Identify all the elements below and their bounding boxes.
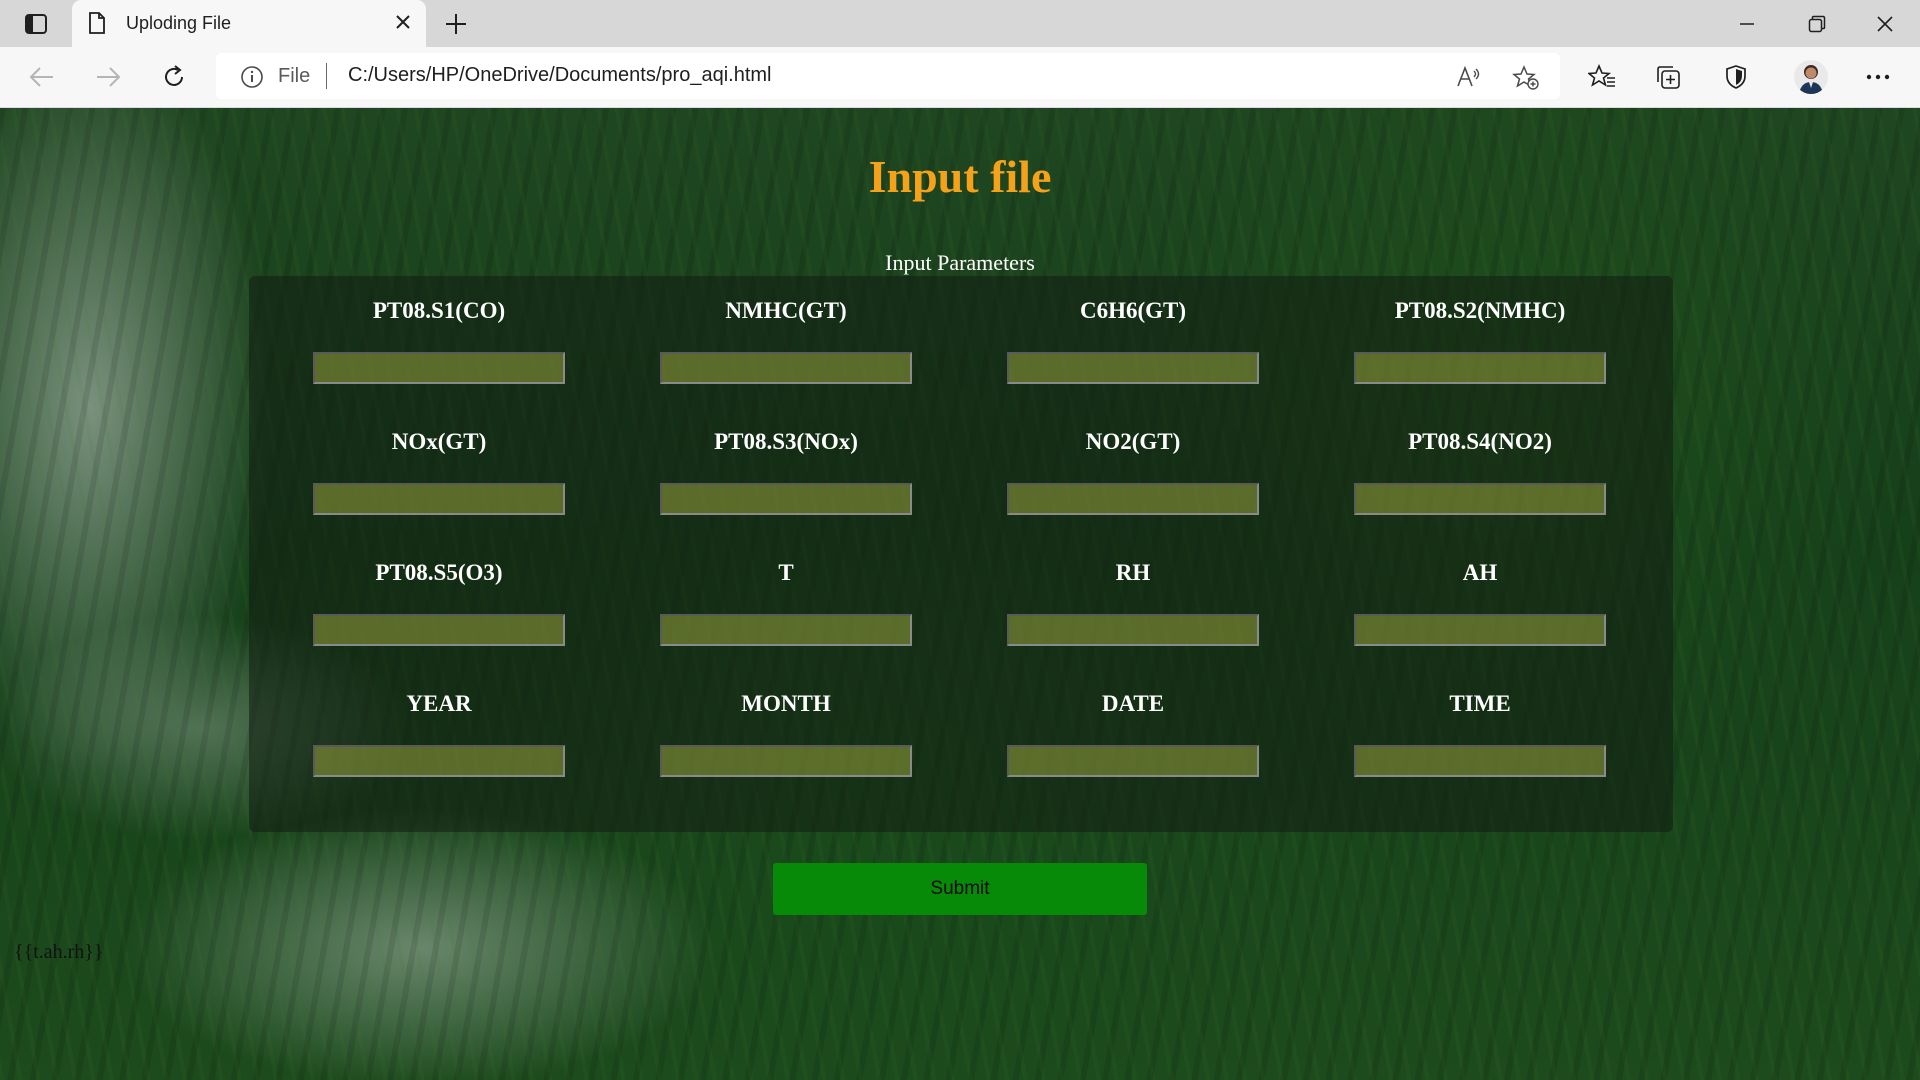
tab-actions-icon[interactable] — [14, 8, 58, 40]
field-label: PT08.S2(NMHC) — [1394, 298, 1566, 323]
pt08-s4-no2-input[interactable] — [1354, 483, 1606, 515]
close-tab-icon[interactable] — [394, 13, 412, 36]
read-aloud-icon[interactable] — [1456, 65, 1482, 94]
favorites-icon[interactable] — [1588, 63, 1616, 91]
refresh-icon[interactable] — [158, 61, 190, 93]
t-input[interactable] — [660, 614, 912, 646]
year-input[interactable] — [313, 745, 565, 777]
address-separator — [326, 63, 327, 89]
field-label: NOx(GT) — [391, 429, 487, 454]
no2-gt-input[interactable] — [1007, 483, 1259, 515]
browser-tab[interactable]: Uploding File — [72, 0, 426, 47]
field-label: C6H6(GT) — [1079, 298, 1187, 323]
back-icon[interactable] — [26, 61, 58, 93]
parameters-form: PT08.S1(CO) NMHC(GT) C6H6(GT) PT08.S2(NM… — [249, 276, 1673, 832]
ah-input[interactable] — [1354, 614, 1606, 646]
document-icon — [88, 12, 106, 39]
field-label: NMHC(GT) — [725, 298, 847, 323]
pt08-s5-o3-input[interactable] — [313, 614, 565, 646]
minimize-icon[interactable] — [1736, 13, 1758, 35]
pt08-s3-nox-input[interactable] — [660, 483, 912, 515]
month-input[interactable] — [660, 745, 912, 777]
more-options-icon[interactable] — [1864, 63, 1892, 91]
pt08-s2-nmhc-input[interactable] — [1354, 352, 1606, 384]
submit-button[interactable]: Submit — [773, 863, 1147, 915]
page-viewport: Input file Input Parameters PT08.S1(CO) … — [0, 108, 1920, 1080]
date-input[interactable] — [1007, 745, 1259, 777]
field-label: NO2(GT) — [1085, 429, 1181, 454]
pt08-s1-co-input[interactable] — [313, 352, 565, 384]
field-label: PT08.S1(CO) — [372, 298, 506, 323]
add-favorite-icon[interactable] — [1512, 65, 1540, 96]
rh-input[interactable] — [1007, 614, 1259, 646]
address-toolbar: File C:/Users/HP/OneDrive/Documents/pro_… — [0, 47, 1920, 108]
field-label: AH — [1462, 560, 1498, 585]
field-label: MONTH — [741, 691, 831, 716]
time-input[interactable] — [1354, 745, 1606, 777]
info-icon[interactable] — [240, 65, 264, 94]
close-window-icon[interactable] — [1874, 13, 1896, 35]
field-label: PT08.S4(NO2) — [1408, 429, 1552, 454]
c6h6-gt-input[interactable] — [1007, 352, 1259, 384]
address-scheme: File — [278, 65, 311, 87]
field-label: T — [778, 560, 794, 585]
tab-title: Uploding File — [126, 13, 232, 33]
nox-gt-input[interactable] — [313, 483, 565, 515]
address-url[interactable]: C:/Users/HP/OneDrive/Documents/pro_aqi.h… — [348, 64, 771, 87]
result-output: {{t.ah.rh}} — [14, 941, 104, 963]
new-tab-icon[interactable] — [444, 12, 468, 41]
browser-tab-bar: Uploding File — [0, 0, 1920, 47]
restore-icon[interactable] — [1806, 13, 1828, 35]
forward-icon[interactable] — [92, 61, 124, 93]
collections-icon[interactable] — [1654, 63, 1682, 91]
browser-essentials-icon[interactable] — [1722, 63, 1750, 91]
field-label: RH — [1115, 560, 1151, 585]
page-title: Input file — [868, 151, 1052, 202]
parameters-caption: Input Parameters — [885, 250, 1035, 275]
field-label: YEAR — [406, 691, 472, 716]
field-label: DATE — [1101, 691, 1165, 716]
field-label: TIME — [1449, 691, 1511, 716]
nmhc-gt-input[interactable] — [660, 352, 912, 384]
profile-avatar[interactable] — [1794, 60, 1828, 94]
field-label: PT08.S3(NOx) — [714, 429, 858, 454]
field-label: PT08.S5(O3) — [375, 560, 503, 585]
address-bar[interactable]: File C:/Users/HP/OneDrive/Documents/pro_… — [216, 53, 1560, 99]
